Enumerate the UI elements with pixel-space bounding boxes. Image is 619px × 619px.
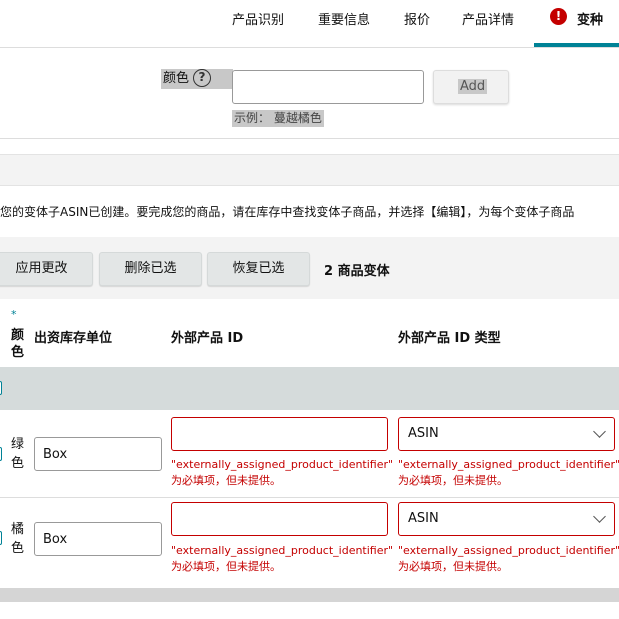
error-message: 为必填项，但未提供。 [171,560,281,573]
table-footer-bar [0,588,619,602]
tab-bar: 产品识别 重要信息 报价 产品详情 ! 变种 [0,0,619,48]
add-button-label: Add [458,79,488,94]
product-id-type-select[interactable]: ASIN [398,417,615,451]
table-filter-row [0,367,619,410]
apply-changes-button[interactable]: 应用更改 [0,252,93,286]
action-bar: 应用更改 删除已选 恢复已选 2 商品变体 [0,237,619,299]
tab-offer[interactable]: 报价 [404,9,430,28]
variant-count: 2 商品变体 [324,264,390,279]
active-tab-indicator [534,43,619,47]
row-color: 绿色 [11,437,25,471]
product-id-input[interactable] [171,502,388,536]
tab-vital-info[interactable]: 重要信息 [318,9,370,28]
select-all-checkbox[interactable] [0,381,2,395]
error-field-key: "externally_assigned_product_identifier" [171,544,394,557]
product-id-type-value: ASIN [408,426,439,441]
divider [0,138,619,139]
help-icon[interactable]: ? [193,69,211,87]
tab-product-identity[interactable]: 产品识别 [232,9,284,28]
tab-product-details[interactable]: 产品详情 [462,9,514,28]
error-field-key: "externally_assigned_product_identifier" [398,458,619,471]
example-hint: 示例： 蔓越橘色 [232,110,324,127]
child-asin-notice: 您的变体子ASIN已创建。要完成您的商品，请在库存中查找变体子商品，并选择【编辑… [0,205,575,219]
chevron-down-icon [593,510,606,523]
section-band [0,154,619,186]
restore-selected-button[interactable]: 恢复已选 [207,252,310,286]
row-divider [0,497,619,498]
color-value-input[interactable] [232,70,424,104]
column-header-product-id-type: 外部产品 ID 类型 [398,331,501,346]
product-id-type-value: ASIN [408,511,439,526]
row-checkbox[interactable] [0,531,2,545]
error-field-key: "externally_assigned_product_identifier" [171,458,394,471]
chevron-down-icon [593,425,606,438]
product-id-input[interactable] [171,417,388,451]
product-id-type-select[interactable]: ASIN [398,502,615,536]
delete-selected-button[interactable]: 删除已选 [99,252,202,286]
add-button[interactable]: Add [433,70,509,104]
column-header-color: 颜色 [11,328,25,360]
error-message: 为必填项，但未提供。 [398,474,508,487]
required-mark: * [11,308,17,321]
row-color: 橘色 [11,522,25,556]
error-message: 为必填项，但未提供。 [398,560,508,573]
error-field-key: "externally_assigned_product_identifier" [398,544,619,557]
sku-input[interactable] [34,437,162,471]
column-header-sku: 出资库存单位 [34,331,113,346]
tab-variations[interactable]: 变种 [577,9,603,28]
error-message: 为必填项，但未提供。 [171,474,281,487]
column-header-product-id: 外部产品 ID [171,331,244,346]
alert-icon: ! [550,8,567,25]
sku-input[interactable] [34,522,162,556]
variation-theme-label: 颜色 [161,69,192,89]
row-checkbox[interactable] [0,447,2,461]
